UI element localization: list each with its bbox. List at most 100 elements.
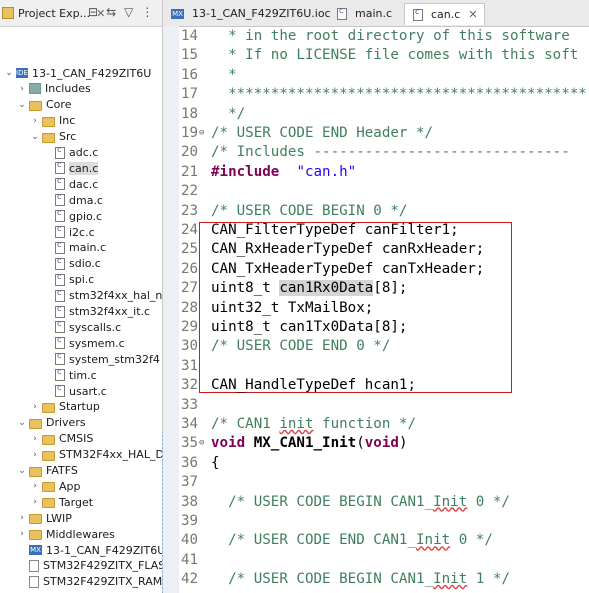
close-icon[interactable]: ✕ — [468, 8, 477, 21]
tree-item[interactable]: adc.c — [43, 145, 98, 161]
tree-item-label: STM32F429ZITX_RAM. — [43, 575, 163, 589]
tree-item[interactable]: usart.c — [43, 383, 107, 399]
chevron-down-icon[interactable]: ⌄ — [30, 132, 40, 142]
editor-tab[interactable]: MX 13-1_CAN_F429ZIT6U.ioc — [163, 3, 337, 24]
tree-item[interactable]: ⌄ Src — [30, 129, 76, 145]
collapse-all-icon[interactable]: ⊟ — [88, 5, 98, 19]
code-token: /* USER CODE END Header */ — [211, 125, 434, 141]
tree-item[interactable]: dac.c — [43, 176, 98, 192]
chevron-down-icon[interactable]: ⌄ — [17, 466, 27, 476]
tree-item[interactable]: spi.c — [43, 272, 94, 288]
line-number: 42 — [181, 571, 199, 588]
tree-item[interactable]: sysmem.c — [43, 335, 125, 351]
code-line: { — [211, 455, 220, 471]
tree-item[interactable]: › Includes — [17, 81, 91, 97]
tree-item[interactable]: › Target — [30, 494, 93, 510]
c-file-icon — [55, 383, 65, 397]
chevron-right-icon[interactable]: › — [17, 529, 27, 539]
code-line: * in the root directory of this software — [211, 28, 570, 44]
editor-gutter — [163, 26, 179, 593]
code-token: [8]; — [373, 280, 408, 297]
tree-item[interactable]: STM32F429ZITX_RAM. — [17, 574, 163, 590]
tree-item[interactable]: › Startup — [30, 399, 100, 415]
tree-item[interactable]: MX 13-1_CAN_F429ZIT6U. — [17, 542, 162, 558]
fold-toggle-icon[interactable]: ⊖ — [199, 128, 204, 138]
editor-tab[interactable]: main.c — [329, 3, 398, 24]
code-token: */ — [211, 105, 246, 122]
tree-item[interactable]: syscalls.c — [43, 319, 121, 335]
link-editor-icon[interactable]: ⇆ — [106, 5, 116, 19]
line-number: 35 — [181, 435, 199, 452]
code-line: CAN_RxHeaderTypeDef canRxHeader; — [211, 241, 484, 257]
tree-item[interactable]: system_stm32f4 — [43, 351, 160, 367]
tree-item[interactable]: i2c.c — [43, 224, 95, 240]
filter-icon[interactable]: ▽ — [124, 5, 133, 19]
code-line: * If no LICENSE file comes with this sof… — [211, 47, 578, 63]
tree-item-label: stm32f4xx_it.c — [69, 305, 151, 318]
tree-item[interactable]: STM32F429ZITX_FLAS — [17, 558, 162, 574]
folder-icon — [42, 402, 55, 413]
chevron-right-icon[interactable]: › — [17, 84, 27, 94]
chevron-right-icon[interactable]: › — [30, 434, 40, 444]
chevron-right-icon[interactable]: › — [30, 497, 40, 507]
editor-tab[interactable]: can.c ✕ — [404, 3, 485, 25]
tree-item-label: CMSIS — [59, 432, 94, 446]
tree-item-label: spi.c — [69, 273, 95, 287]
code-line: CAN_TxHeaderTypeDef canTxHeader; — [211, 261, 484, 277]
tree-item[interactable]: › Inc — [30, 113, 75, 129]
tree-item[interactable]: stm32f4xx_hal_n — [43, 288, 162, 304]
code-token: /* USER CODE BEGIN 0 */ — [211, 202, 408, 219]
project-explorer-header: Project Exp... ✕ ⊟ ⇆ ▽ ⋮ — [0, 0, 162, 27]
chevron-down-icon[interactable]: ⌄ — [17, 100, 27, 110]
line-number: 27 — [181, 280, 199, 297]
tree-item[interactable]: sdio.c — [43, 256, 101, 272]
line-number: 19 — [181, 125, 199, 141]
tree-item[interactable]: › CMSIS — [30, 431, 93, 447]
code-line: /* USER CODE BEGIN 0 */ — [211, 203, 407, 219]
line-number: 40 — [181, 532, 199, 549]
tree-item[interactable]: ⌄ Core — [17, 97, 71, 113]
line-number: 17 — [181, 86, 199, 103]
folder-icon — [42, 482, 55, 493]
tree-item[interactable]: › STM32F4xx_HAL_D — [30, 447, 162, 463]
chevron-right-icon[interactable]: › — [30, 450, 40, 460]
editor-tab-label: 13-1_CAN_F429ZIT6U.ioc — [192, 7, 331, 20]
chevron-right-icon[interactable]: › — [17, 513, 27, 523]
c-file-icon — [55, 176, 65, 191]
tree-item[interactable]: gpio.c — [43, 208, 102, 224]
c-file-icon — [55, 145, 65, 159]
tree-item[interactable]: › Middlewares — [17, 526, 115, 542]
c-file-icon — [55, 319, 65, 334]
folder-icon — [42, 450, 55, 461]
tree-item[interactable]: ⌄ FATFS — [17, 463, 78, 479]
line-number: 18 — [181, 105, 199, 122]
fold-toggle-icon[interactable]: ⊖ — [199, 438, 204, 448]
folder-icon — [29, 530, 42, 541]
code-token: * — [211, 66, 237, 83]
chevron-down-icon[interactable]: ⌄ — [4, 68, 14, 78]
code-token: uint8_t can1Tx0Data[8]; — [211, 319, 408, 335]
view-menu-icon[interactable]: ⋮ — [141, 5, 153, 19]
chevron-right-icon[interactable]: › — [30, 481, 40, 491]
chevron-right-icon[interactable]: › — [30, 116, 40, 126]
code-token: /* USER CODE END 0 */ — [211, 338, 391, 355]
tree-item[interactable]: ⌄ IDE 13-1_CAN_F429ZIT6U — [4, 65, 151, 81]
line-number: 22 — [181, 183, 199, 200]
chevron-down-icon[interactable]: ⌄ — [17, 418, 27, 428]
editor-tab-bar: MX 13-1_CAN_F429ZIT6U.ioc main.c can.c ✕ — [163, 0, 589, 27]
tree-item[interactable]: can.c — [43, 160, 99, 176]
tree-item[interactable]: tim.c — [43, 367, 97, 383]
tree-item[interactable]: › App — [30, 478, 80, 494]
tree-item[interactable]: › LWIP — [17, 510, 72, 526]
tree-item[interactable]: dma.c — [43, 192, 103, 208]
chevron-right-icon[interactable]: › — [30, 402, 40, 412]
tree-item[interactable]: ⌄ Drivers — [17, 415, 85, 431]
line-number: 33 — [181, 396, 199, 413]
code-token: 0 */ — [450, 532, 493, 549]
code-editor: MX13-1_CAN_F429ZIT6U.iocmain.ccan.c✕ 14 … — [163, 0, 589, 593]
code-line: CAN_FilterTypeDef canFilter1; — [211, 222, 459, 238]
line-number: 34 — [181, 416, 199, 432]
tree-item[interactable]: stm32f4xx_it.c — [43, 304, 150, 320]
tree-item[interactable]: main.c — [43, 240, 106, 256]
